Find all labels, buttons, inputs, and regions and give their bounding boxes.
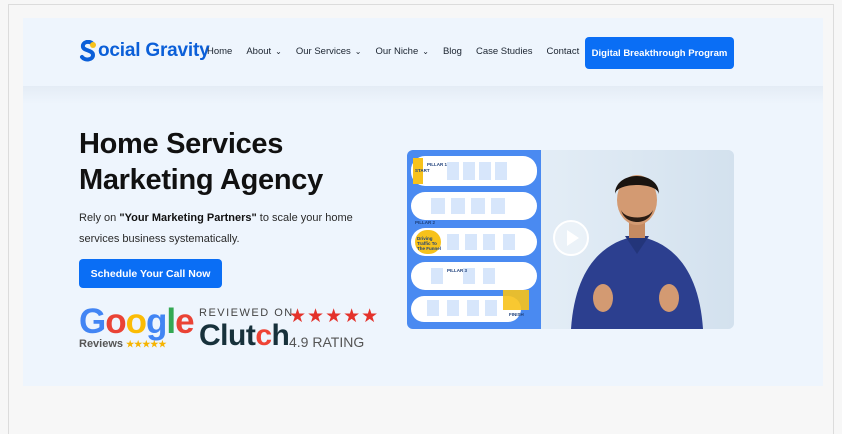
logo[interactable]: ocial Gravity <box>79 39 210 62</box>
rating-badge: ★★★★★ 4.9 RATING <box>289 305 379 350</box>
hero-subtitle-bold: "Your Marketing Partners" <box>119 212 257 224</box>
board-pillar-1-label: PILLAR 1 <box>427 162 448 167</box>
google-reviews-text: Reviews <box>79 338 124 350</box>
social-gravity-s-icon <box>79 39 97 62</box>
board-pillar-3-label: PILLAR 3 <box>447 268 468 273</box>
pillar-board-graphic: START PILLAR 1 PILLAR 2 PILLAR 3 Driving… <box>407 150 541 329</box>
board-driving-traffic-label: Driving Traffic To The Funnel <box>417 236 441 251</box>
hero-title-line-1: Home Services <box>79 128 284 160</box>
nav-about[interactable]: About ⌄ <box>246 46 282 57</box>
board-pillar-2-label: PILLAR 2 <box>415 220 436 225</box>
rating-text: 4.9 RATING <box>289 334 365 350</box>
board-finish-label: FINISH <box>509 312 524 317</box>
site-header: ocial Gravity Home About ⌄ Our Services ⌄ … <box>23 18 823 86</box>
nav-home-label: Home <box>207 46 233 57</box>
schedule-call-button[interactable]: Schedule Your Call Now <box>79 259 222 288</box>
nav-about-label: About <box>246 46 272 57</box>
nav-contact[interactable]: Contact <box>546 46 579 57</box>
nav-blog-label: Blog <box>442 46 462 57</box>
google-stars: ★★★★★ <box>126 339 167 349</box>
chevron-down-icon: ⌄ <box>275 47 282 56</box>
nav-our-services-label: Our Services <box>295 46 351 57</box>
nav-blog[interactable]: Blog <box>443 46 462 57</box>
nav-our-niche-label: Our Niche <box>375 46 419 57</box>
clutch-logo: Clutch <box>199 319 290 352</box>
google-logo: Google <box>79 302 195 341</box>
hero-title-line-2: Marketing Agency <box>79 164 323 196</box>
clutch-badge: REVIEWED ON Clutch <box>199 307 294 351</box>
hero-video[interactable]: START PILLAR 1 PILLAR 2 PILLAR 3 Driving… <box>407 150 734 329</box>
nav-our-services[interactable]: Our Services ⌄ <box>296 46 362 57</box>
nav-home[interactable]: Home <box>207 46 232 57</box>
main-nav: Home About ⌄ Our Services ⌄ Our Niche ⌄ Blo… <box>207 46 593 57</box>
chevron-down-icon: ⌄ <box>354 47 362 56</box>
rating-stars: ★★★★★ <box>289 306 380 327</box>
logo-text: ocial Gravity <box>98 40 210 61</box>
hero-subtitle-prefix: Rely on <box>79 212 120 224</box>
hero-title: Home Services Marketing Agency <box>79 126 323 198</box>
google-reviews-badge: Google Reviews ★★★★★ <box>79 302 195 350</box>
nav-contact-label: Contact <box>546 46 580 57</box>
play-triangle <box>566 230 579 246</box>
nav-our-niche[interactable]: Our Niche ⌄ <box>375 46 428 57</box>
hero-subtitle: Rely on "Your Marketing Partners" to sca… <box>79 208 379 250</box>
header-divider <box>23 86 823 104</box>
nav-case-studies-label: Case Studies <box>475 46 533 57</box>
chevron-down-icon: ⌄ <box>422 47 429 56</box>
nav-case-studies[interactable]: Case Studies <box>476 46 533 57</box>
page: ocial Gravity Home About ⌄ Our Services ⌄ … <box>23 18 823 386</box>
clutch-reviewed-on: REVIEWED ON <box>199 307 294 319</box>
play-icon[interactable] <box>553 220 589 256</box>
board-start-label: START <box>415 168 430 173</box>
digital-breakthrough-program-button[interactable]: Digital Breakthrough Program <box>585 37 734 69</box>
